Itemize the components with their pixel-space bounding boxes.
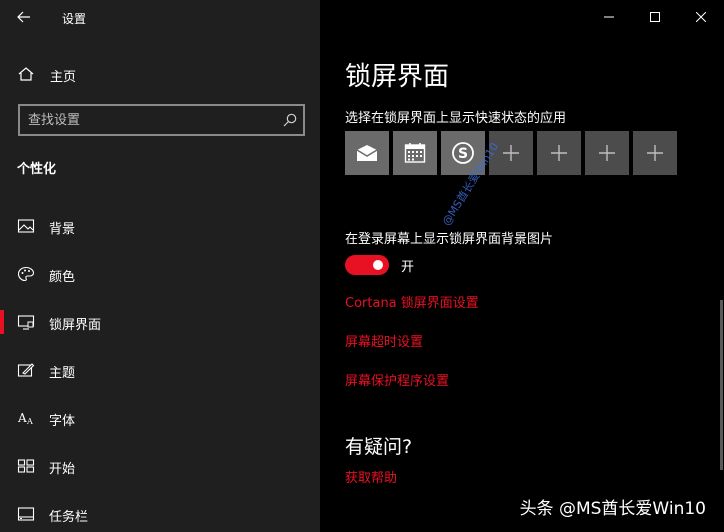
sidebar-item-colors[interactable]: 颜色 bbox=[0, 250, 320, 298]
sidebar-item-lock-screen[interactable]: 锁屏界面 bbox=[0, 298, 320, 346]
theme-brush-icon bbox=[17, 363, 35, 377]
signin-background-toggle-row: 开 bbox=[345, 255, 414, 275]
title-bar: 设置 bbox=[0, 0, 320, 34]
sidebar-item-label: 颜色 bbox=[49, 270, 76, 285]
picture-icon bbox=[17, 219, 35, 233]
nav-list: 背景 颜色 锁屏界面 主题 AA 字体 开始 任务栏 bbox=[0, 202, 320, 532]
maximize-button[interactable] bbox=[632, 0, 678, 34]
app-tile-empty[interactable] bbox=[585, 131, 629, 175]
start-grid-icon bbox=[17, 459, 35, 473]
screen-saver-link[interactable]: 屏幕保护程序设置 bbox=[345, 370, 449, 389]
taskbar-icon bbox=[17, 507, 35, 521]
sidebar-item-start[interactable]: 开始 bbox=[0, 442, 320, 490]
svg-text:A: A bbox=[26, 417, 33, 426]
sidebar: 设置 主页 个性化 背景 颜色 锁屏界面 主题 AA 字体 bbox=[0, 0, 320, 532]
app-tile-mail[interactable] bbox=[345, 131, 389, 175]
home-icon bbox=[18, 67, 34, 81]
search-input[interactable] bbox=[28, 111, 268, 129]
search-icon[interactable] bbox=[282, 112, 298, 128]
sidebar-item-background[interactable]: 背景 bbox=[0, 202, 320, 250]
sidebar-item-label: 锁屏界面 bbox=[49, 318, 102, 333]
back-button[interactable] bbox=[10, 4, 38, 30]
section-title: 个性化 bbox=[17, 162, 57, 177]
brand-watermark: 头条 @MS酋长爱Win10 bbox=[519, 499, 706, 519]
quick-status-apps: S bbox=[345, 131, 677, 175]
calendar-icon bbox=[404, 143, 426, 163]
sidebar-item-taskbar[interactable]: 任务栏 bbox=[0, 490, 320, 532]
plus-icon bbox=[551, 145, 567, 161]
minimize-icon bbox=[604, 16, 614, 18]
mail-icon bbox=[356, 145, 378, 161]
home-nav-item[interactable]: 主页 bbox=[0, 58, 320, 90]
signin-background-label: 在登录屏幕上显示锁屏界面背景图片 bbox=[345, 232, 554, 247]
skype-icon: S bbox=[452, 142, 474, 164]
cortana-settings-link[interactable]: Cortana 锁屏界面设置 bbox=[345, 292, 479, 311]
svg-text:A: A bbox=[17, 411, 27, 425]
toggle-state-label: 开 bbox=[401, 259, 415, 275]
question-title: 有疑问? bbox=[345, 436, 413, 458]
quick-status-label: 选择在锁屏界面上显示快速状态的应用 bbox=[345, 111, 567, 126]
scrollbar[interactable] bbox=[720, 300, 723, 470]
search-box[interactable] bbox=[18, 104, 305, 136]
sidebar-item-label: 主题 bbox=[49, 366, 76, 381]
sidebar-item-themes[interactable]: 主题 bbox=[0, 346, 320, 394]
sidebar-item-label: 字体 bbox=[49, 414, 76, 429]
main-panel: 锁屏界面 选择在锁屏界面上显示快速状态的应用 S 在登录屏幕上显示锁屏界面背景图… bbox=[320, 0, 724, 532]
screen-timeout-link[interactable]: 屏幕超时设置 bbox=[345, 331, 423, 350]
get-help-link[interactable]: 获取帮助 bbox=[345, 467, 397, 486]
minimize-button[interactable] bbox=[586, 0, 632, 34]
maximize-icon bbox=[650, 12, 660, 22]
plus-icon bbox=[599, 145, 615, 161]
app-title: 设置 bbox=[62, 12, 87, 26]
plus-icon bbox=[647, 145, 663, 161]
app-tile-empty[interactable] bbox=[537, 131, 581, 175]
plus-icon bbox=[503, 145, 519, 161]
svg-text:S: S bbox=[458, 146, 468, 162]
app-tile-calendar[interactable] bbox=[393, 131, 437, 175]
page-title: 锁屏界面 bbox=[345, 62, 450, 92]
close-icon bbox=[696, 12, 706, 22]
sidebar-item-label: 背景 bbox=[49, 222, 76, 237]
sidebar-item-fonts[interactable]: AA 字体 bbox=[0, 394, 320, 442]
sidebar-item-label: 任务栏 bbox=[49, 510, 89, 525]
signin-background-toggle[interactable] bbox=[345, 255, 389, 275]
close-button[interactable] bbox=[678, 0, 724, 34]
window-controls bbox=[586, 0, 724, 34]
sidebar-item-label: 开始 bbox=[49, 462, 76, 477]
toggle-knob bbox=[373, 260, 383, 270]
lock-screen-icon bbox=[17, 315, 35, 330]
palette-icon bbox=[17, 266, 35, 282]
home-label: 主页 bbox=[50, 70, 77, 85]
back-arrow-icon bbox=[17, 11, 30, 23]
app-tile-empty[interactable] bbox=[633, 131, 677, 175]
font-icon: AA bbox=[17, 411, 33, 426]
